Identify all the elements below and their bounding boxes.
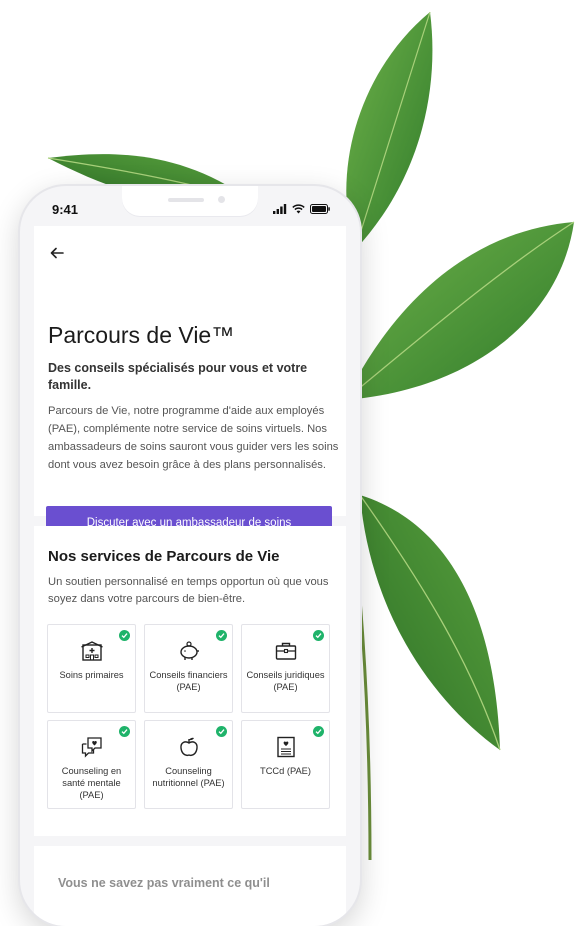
wifi-icon xyxy=(292,204,305,214)
service-tile-nutrition[interactable]: Counseling nutritionnel (PAE) xyxy=(144,720,233,809)
intro-paragraph: Parcours de Vie, notre programme d'aide … xyxy=(48,405,339,471)
apple-icon xyxy=(179,737,198,757)
battery-icon xyxy=(310,204,330,214)
services-subtitle: Un soutien personnalisé en temps opportu… xyxy=(48,576,329,605)
service-label: Conseils juridiques (PAE) xyxy=(246,670,325,692)
services-grid: Soins primaires Conseils financiers (PAE… xyxy=(47,624,330,809)
briefcase-icon xyxy=(275,642,296,660)
service-tile-financial[interactable]: Conseils financiers (PAE) xyxy=(144,624,233,713)
service-label: Counseling nutritionnel (PAE) xyxy=(152,766,225,788)
status-time: 9:41 xyxy=(52,202,79,217)
service-tile-legal[interactable]: Conseils juridiques (PAE) xyxy=(241,624,330,713)
services-card: Nos services de Parcours de Vie Un souti… xyxy=(34,526,346,836)
hero-card: Parcours de Vie™ Des conseils spécialisé… xyxy=(34,226,346,540)
service-label: Conseils financiers (PAE) xyxy=(149,670,228,692)
piggy-bank-icon xyxy=(179,641,199,660)
page-title: Parcours de Vie™ xyxy=(48,322,235,348)
service-tile-primary-care[interactable]: Soins primaires xyxy=(47,624,136,713)
arrow-left-icon[interactable] xyxy=(50,247,64,259)
check-icon xyxy=(216,630,227,641)
page-subtitle: Des conseils spécialisés pour vous et vo… xyxy=(48,361,308,392)
service-tile-mental-health[interactable]: Counseling en santé mentale (PAE) xyxy=(47,720,136,809)
back-button[interactable] xyxy=(50,246,64,264)
check-icon xyxy=(313,630,324,641)
service-label: TCCd (PAE) xyxy=(260,766,311,776)
check-icon xyxy=(119,630,130,641)
services-title: Nos services de Parcours de Vie xyxy=(48,548,280,565)
clinic-icon xyxy=(80,641,103,661)
check-icon xyxy=(313,726,324,737)
service-label: Counseling en santé mentale (PAE) xyxy=(61,766,122,800)
service-label: Soins primaires xyxy=(59,670,124,680)
status-icons xyxy=(273,204,330,214)
service-tile-icbt[interactable]: TCCd (PAE) xyxy=(241,720,330,809)
signal-icon xyxy=(273,204,287,214)
faq-card: Vous ne savez pas vraiment ce qu'il xyxy=(34,846,346,926)
chat-heart-icon xyxy=(81,737,102,758)
check-icon xyxy=(119,726,130,737)
phone-frame: 9:41 Parcours de Vie™ Des conseils spéci… xyxy=(20,186,360,926)
faq-teaser: Vous ne savez pas vraiment ce qu'il xyxy=(58,876,270,890)
status-bar: 9:41 xyxy=(20,202,360,222)
document-heart-icon xyxy=(276,736,295,758)
check-icon xyxy=(216,726,227,737)
